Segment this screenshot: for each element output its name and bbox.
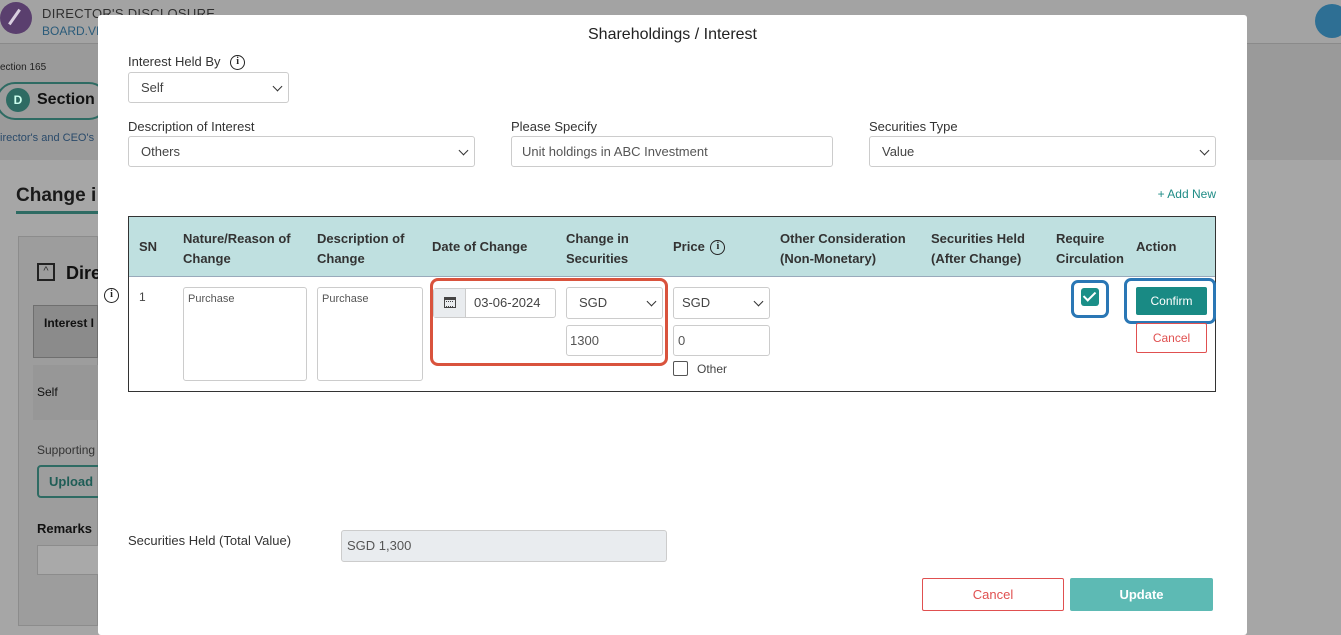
header-description-line1: Description of bbox=[317, 231, 405, 246]
securities-type-value: Value bbox=[882, 144, 915, 159]
total-value-field: SGD 1,300 bbox=[341, 530, 667, 562]
description-of-interest-label: Description of Interest bbox=[128, 119, 255, 134]
header-securities-held: Securities Held (After Change) bbox=[931, 229, 1025, 269]
header-require-line1: Require bbox=[1056, 231, 1105, 246]
remarks-input[interactable] bbox=[37, 545, 107, 575]
other-checkbox[interactable] bbox=[673, 361, 688, 376]
section-label: Section bbox=[37, 91, 95, 108]
interest-held-by-select[interactable]: Self bbox=[128, 72, 289, 103]
chevron-down-icon bbox=[753, 296, 764, 307]
table-header-row: SN Nature/Reason of Change Description of… bbox=[129, 217, 1215, 277]
description-textarea[interactable]: Purchase bbox=[317, 287, 423, 381]
section-caption: ection 165 bbox=[0, 62, 47, 73]
modal-title: Shareholdings / Interest bbox=[588, 26, 757, 43]
chevron-down-icon bbox=[458, 145, 469, 156]
header-description: Description of Change bbox=[317, 229, 404, 269]
interest-held-by-text: Interest Held By bbox=[128, 54, 221, 69]
please-specify-label: Please Specify bbox=[511, 119, 597, 134]
price-currency-value: SGD bbox=[682, 295, 711, 310]
upload-button-label: Upload bbox=[49, 474, 94, 489]
header-other-line1: Other Consideration bbox=[780, 231, 906, 246]
row-info-icon[interactable]: i bbox=[104, 288, 119, 303]
supporting-label: Supporting bbox=[37, 443, 96, 457]
header-price: Price i bbox=[673, 237, 726, 257]
app-logo-icon bbox=[0, 2, 32, 34]
securities-type-label: Securities Type bbox=[869, 119, 958, 134]
other-checkbox-label: Other bbox=[697, 362, 728, 376]
cancel-button[interactable]: Cancel bbox=[922, 578, 1064, 611]
section-badge-icon: D bbox=[6, 88, 30, 112]
interest-held-by-value: Self bbox=[141, 80, 164, 95]
add-new-link[interactable]: + Add New bbox=[1158, 187, 1216, 201]
header-held-line2: (After Change) bbox=[931, 251, 1022, 266]
info-icon[interactable]: i bbox=[230, 55, 246, 71]
header-price-text: Price bbox=[673, 239, 705, 254]
shareholdings-modal: Shareholdings / Interest Interest Held B… bbox=[98, 15, 1247, 635]
collapse-icon[interactable]: ^ bbox=[37, 263, 55, 281]
confirm-button[interactable]: Confirm bbox=[1136, 287, 1207, 315]
highlight-date-change bbox=[430, 278, 668, 366]
section-subtitle: irector's and CEO's bbox=[0, 132, 95, 144]
description-of-interest-value: Others bbox=[141, 144, 181, 159]
info-icon[interactable]: i bbox=[710, 240, 726, 256]
header-nature: Nature/Reason of Change bbox=[183, 229, 291, 269]
chevron-down-icon bbox=[272, 81, 283, 92]
header-change: Change in Securities bbox=[566, 229, 629, 269]
nature-textarea[interactable]: Purchase bbox=[183, 287, 307, 381]
header-change-line1: Change in bbox=[566, 231, 629, 246]
please-specify-input[interactable]: Unit holdings in ABC Investment bbox=[511, 136, 833, 167]
interest-held-by-label: Interest Held By i bbox=[128, 54, 246, 71]
header-date: Date of Change bbox=[432, 239, 528, 254]
header-other-consideration: Other Consideration (Non-Monetary) bbox=[780, 229, 906, 269]
bg-table-cell-text: Self bbox=[37, 385, 58, 399]
chevron-down-icon bbox=[1199, 145, 1210, 156]
update-button[interactable]: Update bbox=[1070, 578, 1213, 611]
heading-underline bbox=[16, 211, 98, 214]
header-nature-line2: Change bbox=[183, 251, 231, 266]
price-currency-select[interactable]: SGD bbox=[673, 287, 770, 319]
bg-table-header-label: Interest I bbox=[44, 316, 95, 330]
row-sn: 1 bbox=[139, 290, 146, 304]
remarks-label: Remarks bbox=[37, 521, 92, 536]
header-action: Action bbox=[1136, 239, 1177, 254]
total-value-label: Securities Held (Total Value) bbox=[128, 533, 292, 548]
header-other-line2: (Non-Monetary) bbox=[780, 251, 877, 266]
description-of-interest-select[interactable]: Others bbox=[128, 136, 475, 167]
securities-type-select[interactable]: Value bbox=[869, 136, 1216, 167]
header-description-line2: Change bbox=[317, 251, 365, 266]
require-circulation-checkbox[interactable] bbox=[1081, 288, 1099, 306]
bg-table-header bbox=[33, 305, 98, 358]
header-sn: SN bbox=[139, 239, 158, 254]
brand-subtitle: BOARD.VI bbox=[42, 24, 100, 38]
user-avatar[interactable] bbox=[1315, 4, 1341, 38]
header-require-line2: Circulation bbox=[1056, 251, 1124, 266]
page-heading: Change i bbox=[16, 185, 97, 206]
header-nature-line1: Nature/Reason of bbox=[183, 231, 291, 246]
price-amount-input[interactable]: 0 bbox=[673, 325, 770, 356]
row-cancel-button[interactable]: Cancel bbox=[1136, 323, 1207, 353]
header-held-line1: Securities Held bbox=[931, 231, 1025, 246]
header-change-line2: Securities bbox=[566, 251, 629, 266]
card-heading: Dire bbox=[66, 263, 102, 283]
header-require-circulation: Require Circulation bbox=[1056, 229, 1124, 269]
